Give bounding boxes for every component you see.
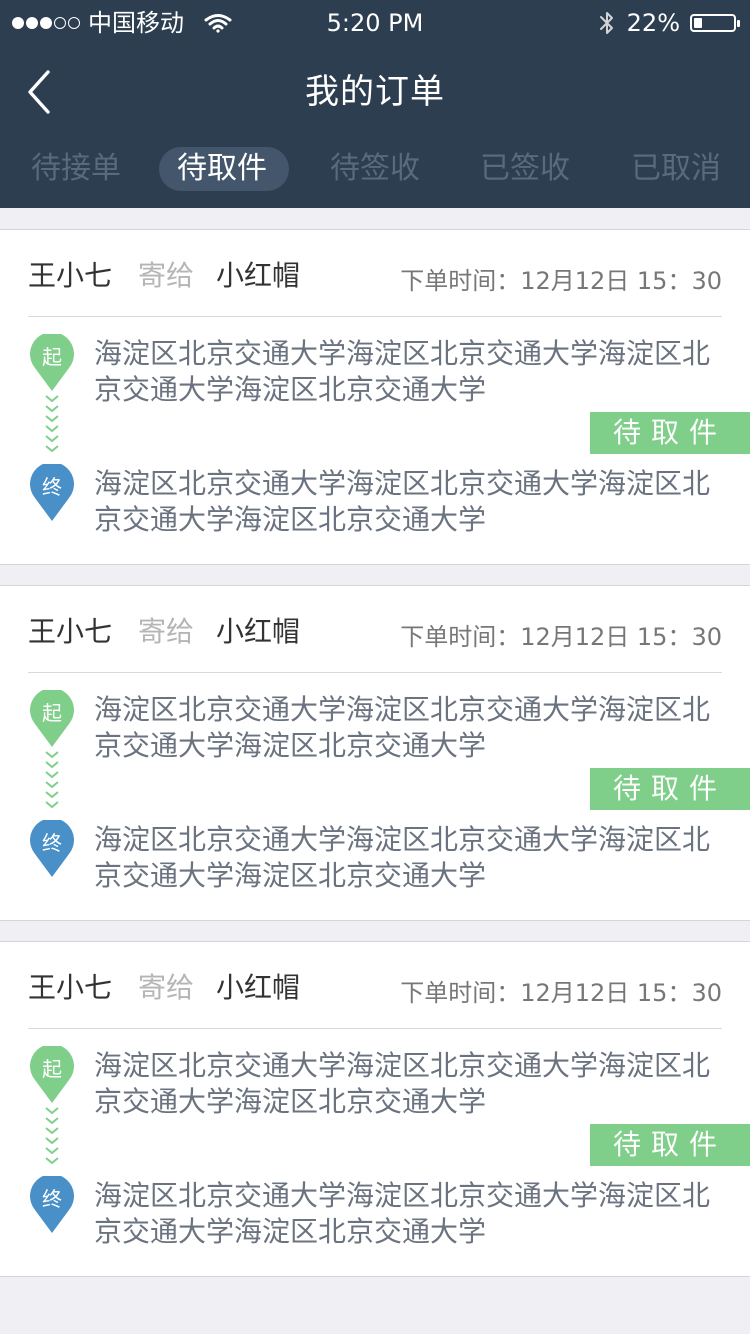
receiver-name: 小红帽 (216, 615, 301, 648)
sender-name: 王小七 (28, 259, 113, 292)
end-marker-label: 终 (42, 1187, 62, 1211)
start-address: 海淀区北京交通大学海淀区北京交通大学海淀区北京交通大学海淀区北京交通大学 (94, 1049, 711, 1118)
end-address: 海淀区北京交通大学海淀区北京交通大学海淀区北京交通大学海淀区北京交通大学 (94, 467, 711, 536)
start-marker-label: 起 (42, 345, 62, 369)
start-address: 海淀区北京交通大学海淀区北京交通大学海淀区北京交通大学海淀区北京交通大学 (94, 337, 711, 406)
battery-icon (690, 14, 740, 32)
order-time: 下单时间：12月12日 15：30 (400, 979, 722, 1007)
receiver-name: 小红帽 (216, 259, 301, 292)
order-time: 下单时间：12月12日 15：30 (400, 267, 722, 295)
status-right: 22% (597, 0, 740, 46)
send-to-label: 寄给 (138, 259, 195, 292)
header: 中国移动 5:20 PM 22% 我的订单 待接单 待取件 待签收 已签收 已取 (0, 0, 750, 208)
battery-percent: 22% (626, 9, 680, 37)
order-card[interactable]: 王小七 寄给 小红帽 下单时间：12月12日 15：30 起 终 海淀区北京交通… (0, 585, 750, 921)
nav-bar: 我的订单 (0, 46, 750, 138)
route-chevrons-icon (45, 751, 59, 809)
order-time: 下单时间：12月12日 15：30 (400, 623, 722, 651)
battery-fill (694, 18, 702, 28)
start-pin-icon: 起 (30, 688, 74, 748)
order-route: 起 终 海淀区北京交通大学海淀区北京交通大学海淀区北京交通大学海淀区北京交通大学… (0, 316, 750, 564)
start-pin-icon: 起 (30, 332, 74, 392)
status-badge: 待取件 (590, 768, 750, 810)
send-to-label: 寄给 (138, 971, 195, 1004)
status-bar: 中国移动 5:20 PM 22% (0, 0, 750, 46)
tab-pending-pickup[interactable]: 待取件 (159, 147, 289, 191)
receiver-name: 小红帽 (216, 971, 301, 1004)
route-chevrons-icon (45, 1107, 59, 1165)
end-address: 海淀区北京交通大学海淀区北京交通大学海淀区北京交通大学海淀区北京交通大学 (94, 823, 711, 892)
end-marker-label: 终 (42, 831, 62, 855)
start-marker-label: 起 (42, 701, 62, 725)
send-to-label: 寄给 (138, 615, 195, 648)
order-header: 王小七 寄给 小红帽 下单时间：12月12日 15：30 (28, 586, 722, 673)
route-chevrons-icon (45, 395, 59, 453)
tab-pending-accept[interactable]: 待接单 (31, 147, 121, 191)
start-marker-label: 起 (42, 1057, 62, 1081)
tab-pending-receipt[interactable]: 待签收 (330, 147, 420, 191)
start-address: 海淀区北京交通大学海淀区北京交通大学海淀区北京交通大学海淀区北京交通大学 (94, 693, 711, 762)
order-header: 王小七 寄给 小红帽 下单时间：12月12日 15：30 (28, 230, 722, 317)
order-card[interactable]: 王小七 寄给 小红帽 下单时间：12月12日 15：30 起 终 海淀区北京交通… (0, 229, 750, 565)
end-pin-icon: 终 (30, 1174, 74, 1234)
end-pin-icon: 终 (30, 462, 74, 522)
tab-received[interactable]: 已签收 (480, 147, 570, 191)
status-badge: 待取件 (590, 1124, 750, 1166)
order-header: 王小七 寄给 小红帽 下单时间：12月12日 15：30 (28, 942, 722, 1029)
start-pin-icon: 起 (30, 1044, 74, 1104)
page-title: 我的订单 (305, 72, 445, 112)
end-address: 海淀区北京交通大学海淀区北京交通大学海淀区北京交通大学海淀区北京交通大学 (94, 1179, 711, 1248)
bluetooth-icon (599, 12, 613, 34)
end-marker-label: 终 (42, 475, 62, 499)
order-tabs: 待接单 待取件 待签收 已签收 已取消 (0, 140, 750, 200)
sender-name: 王小七 (28, 971, 113, 1004)
sender-name: 王小七 (28, 615, 113, 648)
tab-cancelled[interactable]: 已取消 (631, 147, 721, 191)
order-route: 起 终 海淀区北京交通大学海淀区北京交通大学海淀区北京交通大学海淀区北京交通大学… (0, 1028, 750, 1276)
order-card[interactable]: 王小七 寄给 小红帽 下单时间：12月12日 15：30 起 终 海淀区北京交通… (0, 941, 750, 1277)
end-pin-icon: 终 (30, 818, 74, 878)
order-route: 起 终 海淀区北京交通大学海淀区北京交通大学海淀区北京交通大学海淀区北京交通大学… (0, 672, 750, 920)
status-badge: 待取件 (590, 412, 750, 454)
